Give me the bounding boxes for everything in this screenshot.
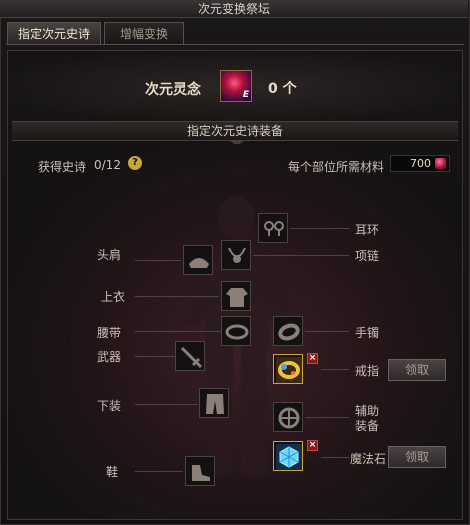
magic-stone-remove-button[interactable]: ×: [307, 440, 318, 451]
bottom-icon: [206, 394, 224, 414]
bottom-line: [135, 404, 198, 405]
shoes-slot[interactable]: [185, 456, 215, 486]
earring-label: 耳环: [355, 223, 380, 237]
ring-claim-button[interactable]: 领取: [388, 359, 446, 381]
bottom-label: 下装: [97, 399, 122, 413]
ring-remove-button[interactable]: ×: [307, 353, 318, 364]
top-line: [135, 296, 219, 297]
earring-slot[interactable]: [258, 213, 288, 243]
earring-icon: [264, 221, 284, 236]
support-slot[interactable]: [273, 402, 303, 432]
weapon-slot[interactable]: [175, 341, 205, 371]
bottom-slot[interactable]: [199, 388, 229, 418]
material-value: 700: [410, 157, 431, 170]
shoulder-slot[interactable]: [183, 245, 213, 275]
magic-stone-item-icon: [276, 444, 302, 470]
ring-line: [321, 369, 349, 370]
obtained-epic-label: 获得史诗: [38, 160, 87, 174]
shoulder-line: [135, 260, 181, 261]
support-label-2: 装备: [355, 419, 380, 433]
help-icon[interactable]: ?: [128, 156, 142, 170]
shoes-icon: [192, 465, 210, 481]
bracelet-slot[interactable]: [273, 316, 303, 346]
necklace-icon: [228, 247, 246, 263]
magic-stone-claim-button[interactable]: 领取: [388, 446, 446, 468]
magic-stone-line: [321, 457, 349, 458]
ring-label: 戒指: [355, 364, 380, 378]
bracelet-line: [305, 331, 349, 332]
top-slot[interactable]: [221, 281, 251, 311]
weapon-line: [135, 356, 175, 357]
top-label: 上衣: [101, 290, 126, 304]
top-icon: [226, 288, 248, 307]
shoulder-icon: [189, 258, 209, 268]
belt-slot[interactable]: [221, 316, 251, 346]
belt-icon: [225, 324, 249, 340]
support-line: [305, 417, 349, 418]
shoes-label: 鞋: [106, 465, 119, 479]
bracelet-label: 手镯: [355, 326, 380, 340]
shoes-line: [135, 471, 183, 472]
material-gem-icon: [435, 158, 446, 169]
ring-slot[interactable]: [273, 354, 303, 384]
belt-label: 腰带: [97, 326, 122, 340]
belt-line: [135, 331, 221, 332]
material-box: 700: [390, 155, 450, 172]
necklace-label: 项链: [355, 249, 380, 263]
weapon-label: 武器: [97, 350, 122, 364]
magic-stone-slot[interactable]: [273, 441, 303, 471]
shoulder-label: 头肩: [97, 248, 122, 262]
ring-item-icon: [276, 357, 302, 383]
necklace-line: [253, 255, 349, 256]
necklace-slot[interactable]: [221, 240, 251, 270]
obtained-epic-count: 0/12: [94, 158, 121, 172]
bracelet-icon: [278, 323, 300, 341]
magic-stone-label: 魔法石: [350, 452, 387, 466]
earring-line: [290, 228, 350, 229]
support-icon: [278, 407, 300, 429]
weapon-icon: [180, 346, 203, 369]
material-label: 每个部位所需材料: [288, 160, 385, 174]
